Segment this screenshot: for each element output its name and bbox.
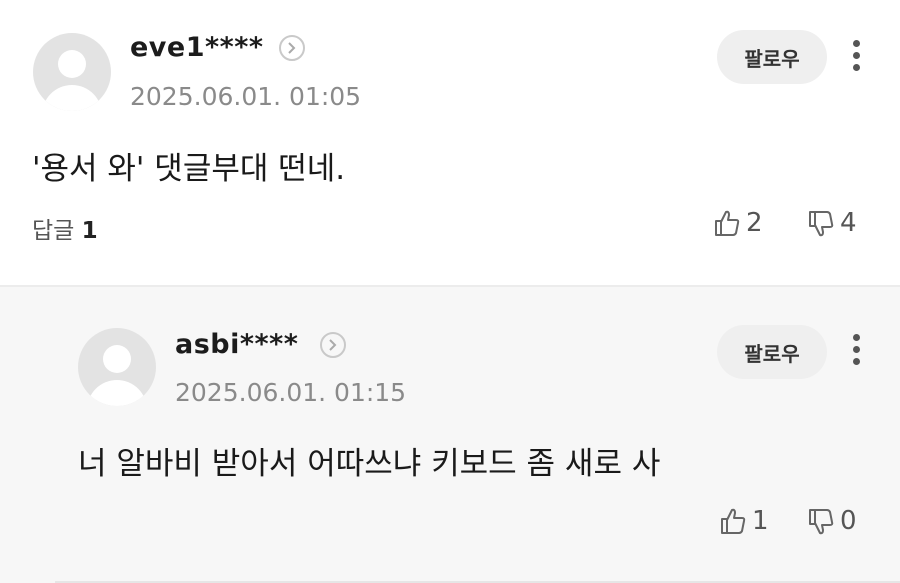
reply-text: 너 알바비 받아서 어따쓰냐 키보드 좀 새로 사 [78, 446, 661, 482]
thumbs-down-icon [809, 211, 834, 237]
reply-count-button[interactable]: 답글 1 [32, 211, 98, 245]
comment-username[interactable]: eve1**** [130, 32, 264, 63]
dislike-button[interactable]: 4 [806, 208, 857, 238]
dislike-button[interactable]: 0 [806, 506, 857, 536]
thumbs-up-icon [721, 508, 746, 534]
follow-button[interactable]: 팔로우 [717, 325, 827, 379]
avatar[interactable] [33, 33, 111, 111]
more-options-icon[interactable] [850, 334, 862, 370]
comment-item: eve1**** 2025.06.01. 01:05 팔로우 '용서 와' 댓글… [0, 0, 900, 285]
reply-item: asbi**** 2025.06.01. 01:15 팔로우 너 알바비 받아서… [0, 287, 900, 583]
thumbs-down-icon [809, 509, 834, 535]
reply-timestamp: 2025.06.01. 01:15 [175, 378, 407, 407]
reply-label: 답글 [32, 218, 75, 244]
reply-count-value: 1 [81, 218, 98, 244]
dislike-count: 4 [840, 208, 857, 238]
more-options-icon[interactable] [850, 40, 862, 76]
like-count: 1 [752, 506, 769, 536]
dislike-count: 0 [840, 506, 857, 536]
avatar[interactable] [78, 328, 156, 406]
like-button[interactable]: 2 [712, 208, 763, 238]
chevron-right-icon[interactable] [320, 332, 346, 358]
follow-button[interactable]: 팔로우 [717, 30, 827, 84]
chevron-right-icon[interactable] [279, 35, 305, 61]
like-count: 2 [746, 208, 763, 238]
comment-timestamp: 2025.06.01. 01:05 [130, 82, 362, 111]
thumbs-up-icon [715, 210, 740, 236]
comment-text: '용서 와' 댓글부대 떤네. [32, 151, 346, 187]
like-button[interactable]: 1 [718, 506, 769, 536]
reply-username[interactable]: asbi**** [175, 329, 298, 360]
